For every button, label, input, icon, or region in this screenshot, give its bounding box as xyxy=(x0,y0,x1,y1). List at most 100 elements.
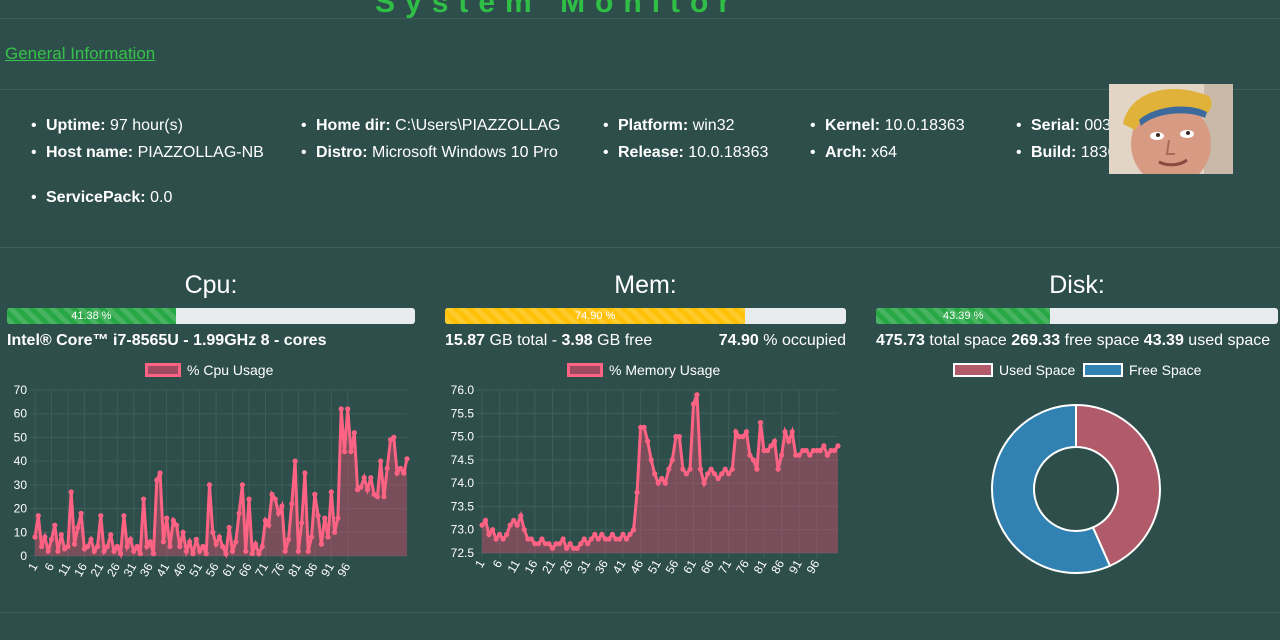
data-point xyxy=(55,548,61,554)
data-point xyxy=(118,551,124,557)
info-platform: Platform: win32 xyxy=(603,117,734,135)
y-tick-label: 0 xyxy=(20,549,27,563)
x-tick-label: 91 xyxy=(318,560,337,579)
data-point xyxy=(719,471,725,477)
y-tick-label: 30 xyxy=(14,478,28,492)
data-point xyxy=(645,438,651,444)
data-point xyxy=(835,443,841,449)
x-tick-label: 1 xyxy=(472,557,488,570)
x-tick-label: 56 xyxy=(203,560,222,579)
data-point xyxy=(490,527,496,533)
y-tick-label: 76.0 xyxy=(451,383,475,397)
data-point xyxy=(705,471,711,477)
legend-label: % Cpu Usage xyxy=(187,362,274,378)
data-point xyxy=(616,536,623,542)
info-arch: Arch: x64 xyxy=(810,144,897,162)
info-servicepack: ServicePack: 0.0 xyxy=(31,189,172,207)
data-point xyxy=(203,551,209,557)
x-tick-label: 61 xyxy=(680,557,699,576)
data-point xyxy=(521,527,527,533)
data-point xyxy=(269,491,275,497)
data-point xyxy=(322,515,328,521)
data-point xyxy=(824,452,830,458)
data-point xyxy=(592,531,598,537)
data-point xyxy=(655,480,661,486)
y-tick-label: 75.5 xyxy=(451,406,475,420)
mem-totals: 15.87 GB total - 3.98 GB free xyxy=(445,332,653,349)
data-point xyxy=(539,536,545,542)
data-point xyxy=(137,551,143,557)
data-point xyxy=(821,443,827,449)
x-tick-label: 51 xyxy=(645,557,664,576)
data-point xyxy=(104,543,110,550)
data-point xyxy=(121,513,127,519)
data-point xyxy=(223,551,229,557)
legend-label: Used Space xyxy=(999,362,1076,378)
general-information-link[interactable]: General Information xyxy=(5,44,155,64)
info-homedir: Home dir: C:\Users\PIAZZOLLAG xyxy=(301,117,560,135)
mem-legend[interactable]: % Memory Usage xyxy=(567,362,720,378)
data-point xyxy=(518,513,524,519)
data-point xyxy=(779,452,785,458)
data-point xyxy=(796,452,802,458)
data-point xyxy=(358,484,364,490)
data-point xyxy=(65,543,71,550)
data-point xyxy=(623,536,630,542)
data-point xyxy=(772,438,778,444)
data-point xyxy=(652,471,658,477)
data-point xyxy=(147,539,153,545)
data-point xyxy=(595,536,601,542)
data-point xyxy=(335,515,341,521)
data-point xyxy=(726,471,732,477)
data-point xyxy=(641,424,647,430)
data-point xyxy=(574,545,580,551)
data-point xyxy=(259,543,265,550)
data-point xyxy=(782,429,788,435)
data-point xyxy=(249,551,255,557)
data-point xyxy=(348,449,354,455)
data-point xyxy=(747,452,753,458)
cpu-title: Cpu: xyxy=(184,271,238,299)
x-tick-label: 16 xyxy=(522,557,541,576)
cpu-legend[interactable]: % Cpu Usage xyxy=(145,362,273,378)
disk-legend-free[interactable]: Free Space xyxy=(1083,362,1201,378)
data-point xyxy=(206,482,213,488)
data-point xyxy=(556,541,563,547)
data-point xyxy=(216,534,222,540)
data-point xyxy=(187,539,193,545)
data-point xyxy=(299,520,305,526)
x-tick-label: 1 xyxy=(25,560,41,573)
data-point xyxy=(35,513,41,519)
series-area xyxy=(35,409,407,556)
data-point xyxy=(504,531,510,537)
data-point xyxy=(378,458,384,464)
data-point xyxy=(272,496,278,502)
data-point xyxy=(803,447,809,454)
data-point xyxy=(750,457,756,463)
data-point xyxy=(631,527,637,533)
data-point xyxy=(124,543,130,550)
data-point xyxy=(239,482,245,488)
data-point xyxy=(578,541,584,547)
x-tick-label: 41 xyxy=(610,557,629,576)
data-point xyxy=(391,434,397,440)
data-point xyxy=(266,522,272,528)
data-point xyxy=(160,539,166,545)
data-point xyxy=(285,536,292,542)
data-point xyxy=(486,531,492,537)
info-distro: Distro: Microsoft Windows 10 Pro xyxy=(301,144,558,162)
data-point xyxy=(98,513,104,519)
data-point xyxy=(669,457,675,463)
x-tick-label: 46 xyxy=(627,557,646,576)
data-point xyxy=(193,536,199,542)
y-tick-label: 10 xyxy=(14,525,28,539)
data-point xyxy=(567,541,573,547)
x-tick-label: 21 xyxy=(88,560,107,579)
data-point xyxy=(226,524,232,531)
data-point xyxy=(229,548,236,554)
data-point xyxy=(606,536,612,542)
x-tick-label: 86 xyxy=(768,557,787,576)
disk-legend-used[interactable]: Used Space xyxy=(953,362,1075,378)
data-point xyxy=(397,465,403,471)
data-point xyxy=(180,529,186,535)
